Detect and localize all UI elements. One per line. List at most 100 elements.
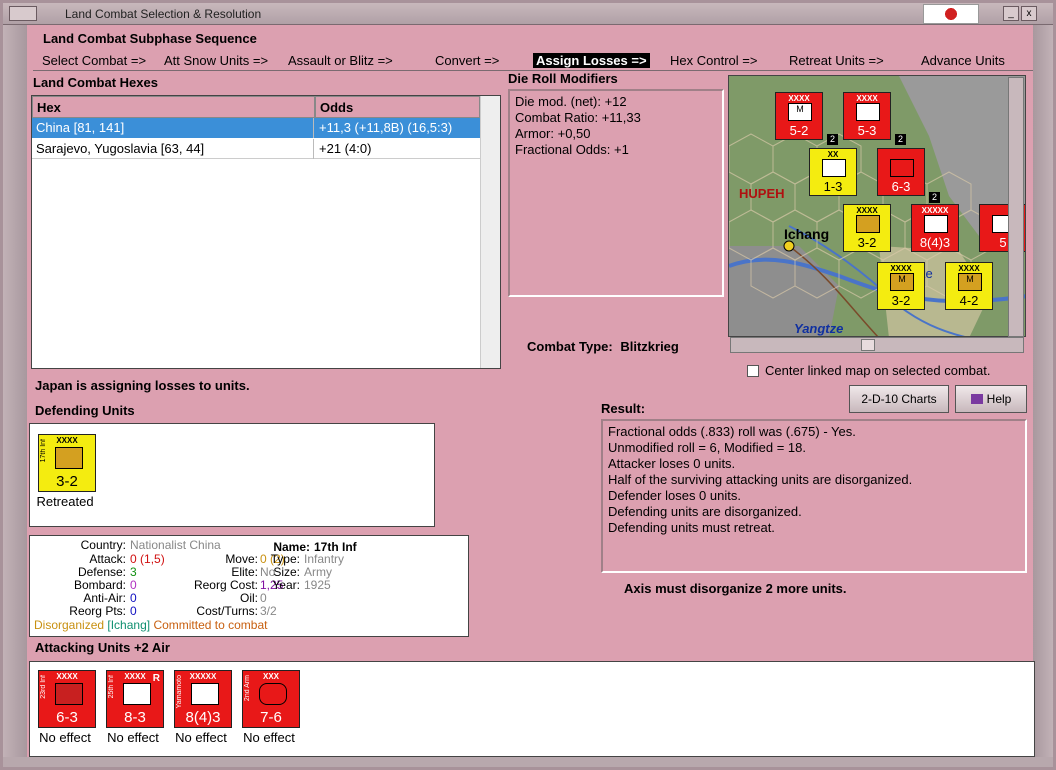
- year-value: 1925: [304, 578, 331, 592]
- scroll-thumb[interactable]: [861, 339, 875, 351]
- col-hex[interactable]: Hex: [32, 96, 315, 118]
- armor-symbol-icon: [259, 683, 287, 705]
- map-counter[interactable]: XXXXX 8(4)3: [911, 204, 959, 252]
- step-hex-control[interactable]: Hex Control =>: [670, 53, 757, 68]
- checkbox-box[interactable]: [747, 365, 759, 377]
- infantry-symbol-icon: [856, 215, 880, 233]
- antiair-label: Anti-Air:: [83, 591, 126, 605]
- linked-map[interactable]: HUPEH Ichang Yangtze ke XXXX M 5-2 XXXX …: [728, 75, 1026, 337]
- attacking-unit-result: No effect: [39, 730, 91, 745]
- die-line: Fractional Odds: +1: [515, 142, 629, 157]
- antiair-value: 0: [130, 591, 137, 605]
- system-menu-button[interactable]: [9, 6, 37, 21]
- map-counter[interactable]: XXXX M 4-2: [945, 262, 993, 310]
- counter-size: XXXX: [856, 206, 878, 215]
- type-value: Infantry: [304, 552, 345, 566]
- year-label: Year:: [272, 578, 300, 592]
- attacking-unit-counter[interactable]: XXX 2nd Arm 7-6: [242, 670, 300, 728]
- attacking-unit-result: No effect: [175, 730, 227, 745]
- cost-turns-label: Cost/Turns:: [196, 604, 258, 618]
- step-assign-losses[interactable]: Assign Losses =>: [533, 53, 650, 68]
- defending-units-box: XXXX 17th Inf 3-2 Retreated: [29, 423, 435, 527]
- counter-strength: 7-6: [260, 709, 282, 726]
- step-select-combat[interactable]: Select Combat =>: [42, 53, 146, 68]
- col-odds[interactable]: Odds: [315, 96, 480, 118]
- odds-cell: +11,3 (+11,8B) (16,5:3): [319, 120, 453, 135]
- charts-button[interactable]: 2-D-10 Charts: [849, 385, 949, 413]
- map-vertical-scrollbar[interactable]: [1008, 77, 1024, 337]
- counter-name: Yamamoto: [176, 675, 183, 709]
- country-label: Country:: [80, 538, 126, 552]
- table-row[interactable]: Sarajevo, Yugoslavia [63, 44] +21 (4:0): [32, 139, 480, 159]
- attack-value: 0 (1,5): [130, 552, 165, 566]
- hex-cell: Sarajevo, Yugoslavia [63, 44]: [32, 139, 314, 159]
- center-linked-map-checkbox[interactable]: Center linked map on selected combat.: [747, 363, 990, 378]
- table-row[interactable]: China [81, 141] +11,3 (+11,8B) (16,5:3): [32, 118, 480, 138]
- map-counter[interactable]: XXXX M 5-2: [775, 92, 823, 140]
- attacking-unit-counter[interactable]: XXXX R 25th Inf 8-3: [106, 670, 164, 728]
- attacking-units-box: XXXX 23rd Inf 6-3 No effect XXXX R 25th …: [29, 661, 1035, 757]
- unit-symbol-icon: M: [958, 273, 982, 291]
- close-button[interactable]: x: [1021, 6, 1037, 21]
- infantry-symbol-icon: [191, 683, 219, 705]
- counter-name: 23rd Inf: [40, 675, 47, 699]
- reorg-pts-label: Reorg Pts:: [69, 604, 126, 618]
- counter-strength: 3-2: [56, 473, 78, 490]
- type-label: Type:: [270, 552, 300, 566]
- step-att-snow-units[interactable]: Att Snow Units =>: [164, 53, 268, 68]
- counter-size: XXXX: [958, 264, 980, 273]
- help-label: Help: [986, 392, 1012, 406]
- counter-strength: 3-2: [857, 235, 877, 250]
- map-label-yangtze: Yangtze: [794, 321, 844, 336]
- reorg-cost-label: Reorg Cost:: [193, 578, 258, 592]
- attacking-unit-counter[interactable]: XXXX 23rd Inf 6-3: [38, 670, 96, 728]
- map-counter[interactable]: XXXX 5-3: [843, 92, 891, 140]
- map-horizontal-scrollbar[interactable]: [730, 337, 1024, 353]
- die-roll-heading: Die Roll Modifiers: [508, 71, 618, 86]
- defending-heading: Defending Units: [35, 403, 135, 418]
- window-frame-right: [1033, 25, 1053, 767]
- oil-label: Oil:: [240, 591, 258, 605]
- status-committed: Committed to combat: [153, 618, 268, 632]
- counter-size: XXXX: [56, 672, 78, 681]
- help-button[interactable]: Help: [955, 385, 1027, 413]
- help-book-icon: [970, 394, 983, 404]
- subphase-sequence: Land Combat Subphase Sequence Select Com…: [33, 29, 1033, 71]
- unit-status-line: Disorganized [Ichang] Committed to comba…: [34, 618, 267, 632]
- attacking-unit-counter[interactable]: XXXXX Yamamoto 8(4)3: [174, 670, 232, 728]
- minimize-button[interactable]: _: [1003, 6, 1019, 21]
- elite-label: Elite:: [231, 565, 258, 579]
- japan-flag-icon: [923, 4, 979, 24]
- map-counter[interactable]: XX 1-3: [809, 148, 857, 196]
- step-retreat-units[interactable]: Retreat Units =>: [789, 53, 884, 68]
- counter-size: XXXXX: [921, 206, 949, 215]
- status-text: Japan is assigning losses to units.: [35, 378, 250, 393]
- result-line: Half of the surviving attacking units ar…: [608, 472, 913, 487]
- hex-cell: China [81, 141]: [32, 118, 314, 138]
- map-counter[interactable]: XXXX M 3-2: [877, 262, 925, 310]
- step-assault-or-blitz[interactable]: Assault or Blitz =>: [288, 53, 393, 68]
- cost-turns-value: 3/2: [260, 604, 277, 618]
- infantry-symbol-icon: [55, 683, 83, 705]
- map-counter[interactable]: 6-3: [877, 148, 925, 196]
- stack-count-badge: 2: [895, 134, 906, 145]
- size-value: Army: [304, 565, 332, 579]
- infantry-symbol-icon: [890, 159, 914, 177]
- title-bar: Land Combat Selection & Resolution _ x: [3, 3, 1053, 25]
- attack-label: Attack:: [89, 552, 126, 566]
- attacking-heading: Attacking Units +2 Air: [35, 640, 170, 655]
- map-counter[interactable]: XXXX 3-2: [843, 204, 891, 252]
- window-title: Land Combat Selection & Resolution: [65, 7, 262, 21]
- step-convert[interactable]: Convert =>: [435, 53, 499, 68]
- table-scrollbar[interactable]: [480, 96, 500, 368]
- counter-strength: 8(4)3: [185, 709, 221, 726]
- counter-strength: 4-2: [959, 293, 979, 308]
- counter-strength: 1-3: [823, 179, 843, 194]
- attacking-unit-result: No effect: [107, 730, 159, 745]
- defending-unit-counter[interactable]: XXXX 17th Inf 3-2: [38, 434, 96, 492]
- step-advance-units[interactable]: Advance Units: [921, 53, 1005, 68]
- die-line: Die mod. (net): +12: [515, 94, 627, 109]
- counter-size: XXXXX: [189, 672, 217, 681]
- attack-base: 0: [130, 552, 137, 566]
- bombard-label: Bombard:: [73, 578, 126, 592]
